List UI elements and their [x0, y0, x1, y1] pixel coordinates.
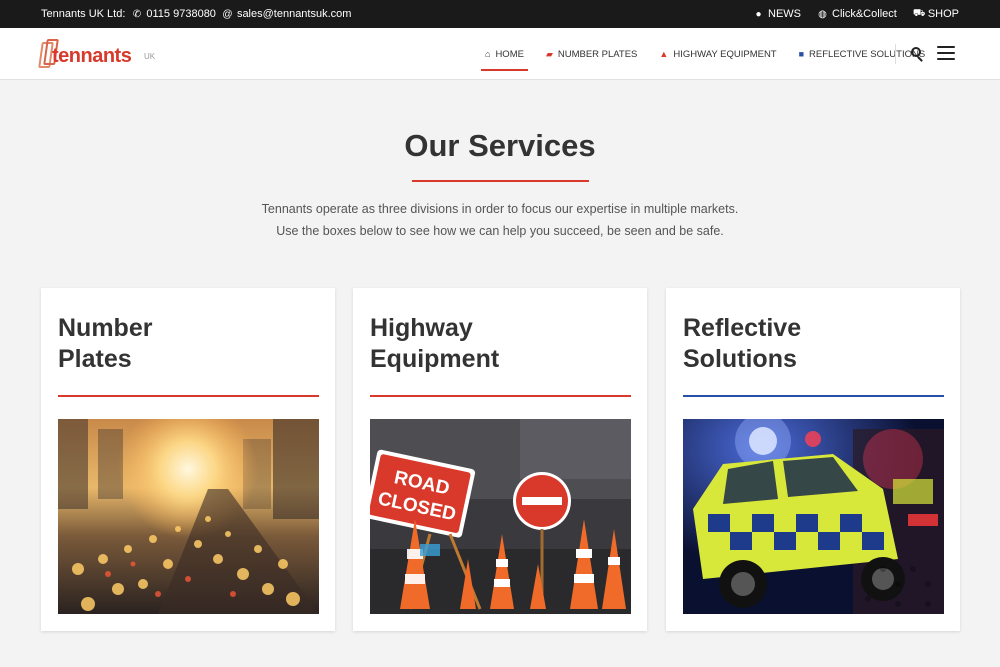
nav-home[interactable]: ⌂ HOME — [481, 28, 528, 80]
intro-line-2: Use the boxes below to see how we can he… — [276, 224, 724, 238]
card-highway-equipment[interactable]: Highway Equipment ROAD CLOSED — [353, 288, 647, 631]
card-title-line-2: Plates — [58, 345, 132, 373]
nav-number-plates-label: NUMBER PLATES — [557, 48, 638, 60]
title-underline — [412, 180, 589, 182]
nav-highway-equipment-label: HIGHWAY EQUIPMENT — [673, 48, 777, 60]
nav-reflective-solutions-label: REFLECTIVE SOLUTIONS — [809, 48, 926, 60]
car-icon: ▰ — [545, 48, 553, 59]
email-link[interactable]: @ sales@tennantsuk.com — [222, 8, 352, 20]
card-title: Highway Equipment — [370, 313, 630, 375]
top-links: ● NEWS ◍ Click&Collect ⛟ SHOP — [753, 8, 959, 21]
top-bar: Tennants UK Ltd: ✆ 0115 9738080 @ sales@… — [0, 0, 1000, 28]
news-link[interactable]: ● NEWS — [753, 8, 801, 20]
nav-home-label: HOME — [495, 48, 524, 60]
card-underline — [370, 395, 631, 397]
card-underline — [683, 395, 944, 397]
card-title-line-2: Equipment — [370, 345, 500, 373]
card-title-line-1: Highway — [370, 314, 473, 342]
card-number-plates[interactable]: Number Plates — [41, 288, 335, 631]
at-icon: @ — [222, 8, 233, 20]
page-title: Our Services — [404, 128, 596, 163]
contact-info: Tennants UK Ltd: ✆ 0115 9738080 @ sales@… — [41, 8, 351, 20]
traffic-photo[interactable] — [58, 419, 319, 614]
search-icon[interactable] — [910, 46, 926, 62]
nav-reflective-solutions[interactable]: ■ REFLECTIVE SOLUTIONS — [795, 28, 930, 80]
square-icon: ■ — [798, 49, 805, 59]
card-title: Reflective Solutions — [683, 313, 943, 375]
police-car-photo[interactable] — [683, 419, 944, 614]
phone-link[interactable]: ✆ 0115 9738080 — [131, 8, 216, 20]
cart-icon: ⛟ — [912, 7, 926, 19]
road-closed-photo[interactable]: ROAD CLOSED — [370, 419, 631, 614]
nav-highway-equipment[interactable]: ▲ HIGHWAY EQUIPMENT — [655, 28, 780, 80]
click-collect-link[interactable]: ◍ Click&Collect — [817, 8, 897, 20]
logo-word: tennants — [52, 45, 132, 67]
intro-text: Tennants operate as three divisions in o… — [0, 198, 1000, 242]
phone-number: 0115 9738080 — [146, 8, 216, 20]
phone-icon: ✆ — [132, 8, 142, 20]
site-header: tennants UK ⌂ HOME ▰ NUMBER PLATES ▲ HIG… — [0, 28, 1000, 80]
card-title-line-1: Reflective — [683, 314, 802, 342]
click-collect-label: Click&Collect — [832, 8, 897, 20]
nav-number-plates[interactable]: ▰ NUMBER PLATES — [542, 28, 641, 80]
warning-icon: ▲ — [659, 49, 669, 59]
hamburger-menu-icon[interactable] — [937, 46, 955, 60]
card-underline — [58, 395, 319, 397]
card-reflective-solutions[interactable]: Reflective Solutions — [666, 288, 960, 631]
tennants-logo[interactable]: tennants UK — [38, 38, 160, 72]
home-icon: ⌂ — [485, 49, 491, 59]
company-name: Tennants UK Ltd: — [41, 8, 126, 20]
header-divider — [895, 44, 896, 64]
globe-icon: ◍ — [818, 8, 827, 20]
comments-icon: ● — [755, 8, 762, 20]
intro-line-1: Tennants operate as three divisions in o… — [261, 202, 739, 216]
card-title-line-2: Solutions — [683, 345, 797, 373]
shop-link[interactable]: ⛟ SHOP — [913, 8, 959, 21]
card-title-line-1: Number — [58, 314, 153, 342]
logo-suffix: UK — [144, 52, 156, 61]
main-nav: ⌂ HOME ▰ NUMBER PLATES ▲ HIGHWAY EQUIPME… — [481, 28, 929, 80]
card-title: Number Plates — [58, 313, 318, 375]
news-label: NEWS — [768, 8, 802, 20]
email-address: sales@tennantsuk.com — [236, 8, 352, 20]
shop-label: SHOP — [927, 8, 959, 20]
